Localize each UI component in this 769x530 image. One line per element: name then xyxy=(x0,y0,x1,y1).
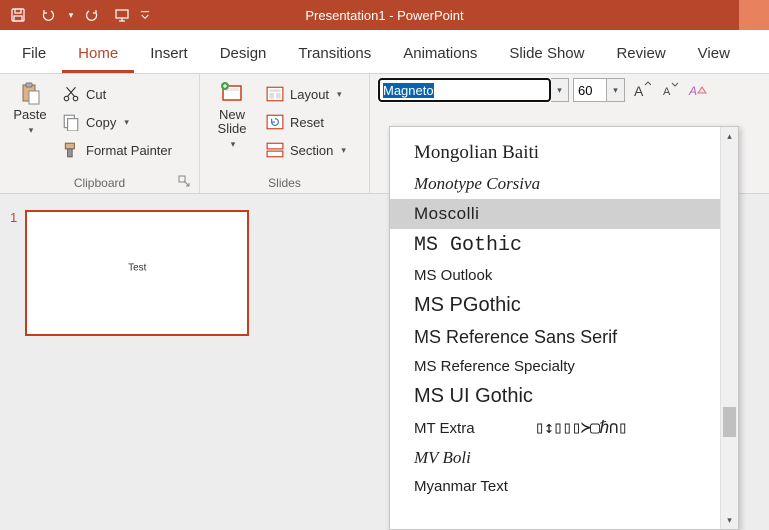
save-button[interactable] xyxy=(4,1,32,29)
copy-label: Copy xyxy=(86,115,116,130)
font-option[interactable]: Myanmar Text xyxy=(390,473,720,500)
group-clipboard: Paste▾ Cut Copy▾ Format Painter Clipboar… xyxy=(0,74,200,193)
format-painter-button[interactable]: Format Painter xyxy=(58,138,176,162)
reset-icon xyxy=(266,113,284,131)
undo-dropdown[interactable]: ▾ xyxy=(64,1,76,29)
qat-customize[interactable] xyxy=(138,1,152,29)
font-option[interactable]: Mongolian Baiti xyxy=(390,137,720,169)
clipboard-group-label: Clipboard xyxy=(74,176,125,190)
paste-label: Paste xyxy=(13,107,46,122)
tab-view[interactable]: View xyxy=(682,35,746,73)
tab-design[interactable]: Design xyxy=(204,35,283,73)
slide-number: 1 xyxy=(10,210,17,514)
undo-button[interactable] xyxy=(34,1,62,29)
reset-label: Reset xyxy=(290,115,324,130)
title-bar: ▾ Presentation1 - PowerPoint xyxy=(0,0,769,30)
svg-text:A: A xyxy=(634,83,644,99)
section-icon xyxy=(266,141,284,159)
ribbon-tabs: File Home Insert Design Transitions Anim… xyxy=(0,30,769,74)
scroll-thumb[interactable] xyxy=(723,407,736,437)
scroll-up-arrow[interactable]: ▴ xyxy=(721,127,738,145)
decrease-font-size-button[interactable]: A xyxy=(657,78,681,102)
section-label: Section xyxy=(290,143,333,158)
copy-button[interactable]: Copy▾ xyxy=(58,110,176,134)
new-slide-label: New Slide xyxy=(218,108,247,137)
account-accent[interactable] xyxy=(739,0,769,30)
font-option[interactable]: MS PGothic xyxy=(390,289,720,322)
group-slides: New Slide ▾ Layout▾ Reset Section▾ Slide… xyxy=(200,74,370,193)
font-option[interactable]: Monotype Corsiva xyxy=(390,169,720,199)
new-slide-button[interactable]: New Slide ▾ xyxy=(206,78,258,150)
font-size-dropdown[interactable]: ▾ xyxy=(607,78,625,102)
svg-text:A: A xyxy=(663,86,671,98)
start-from-beginning-button[interactable] xyxy=(108,1,136,29)
cut-label: Cut xyxy=(86,87,106,102)
font-list: ━━━━━━━━ ━━ ━━ Mongolian BaitiMonotype C… xyxy=(390,127,720,529)
tab-insert[interactable]: Insert xyxy=(134,35,204,73)
font-option[interactable]: MS Gothic xyxy=(390,229,720,262)
font-size-input[interactable] xyxy=(573,78,607,102)
font-dropdown-list: ━━━━━━━━ ━━ ━━ Mongolian BaitiMonotype C… xyxy=(389,126,739,530)
section-button[interactable]: Section▾ xyxy=(262,138,350,162)
font-option[interactable]: MT Extra▯↕▯▯▯≻▢ℏ∩▯ xyxy=(390,413,720,443)
font-option[interactable]: Moscolli xyxy=(390,199,720,229)
tab-home[interactable]: Home xyxy=(62,35,134,73)
font-list-scrollbar[interactable]: ▴ ▾ xyxy=(720,127,738,529)
font-option[interactable]: MV Boli xyxy=(390,443,720,473)
font-name-input[interactable] xyxy=(378,78,551,102)
scissors-icon xyxy=(62,85,80,103)
svg-text:A: A xyxy=(688,84,697,98)
slides-group-label: Slides xyxy=(268,176,301,190)
font-option[interactable]: MS Reference Specialty xyxy=(390,353,720,380)
clear-formatting-button[interactable]: A xyxy=(685,78,709,102)
format-painter-label: Format Painter xyxy=(86,143,172,158)
cut-button[interactable]: Cut xyxy=(58,82,176,106)
tab-animations[interactable]: Animations xyxy=(387,35,493,73)
font-option[interactable]: MS Reference Sans Serif xyxy=(390,322,720,353)
reset-button[interactable]: Reset xyxy=(262,110,350,134)
scroll-down-arrow[interactable]: ▾ xyxy=(721,511,738,529)
slide-thumbnail-pane: 1 Test xyxy=(0,194,290,530)
tab-review[interactable]: Review xyxy=(600,35,681,73)
redo-button[interactable] xyxy=(78,1,106,29)
copy-icon xyxy=(62,113,80,131)
tab-slideshow[interactable]: Slide Show xyxy=(493,35,600,73)
font-option[interactable]: MS Outlook xyxy=(390,262,720,289)
paintbrush-icon xyxy=(62,141,80,159)
layout-icon xyxy=(266,85,284,103)
clipboard-launcher[interactable] xyxy=(177,175,191,189)
paste-button[interactable]: Paste▾ xyxy=(6,78,54,137)
layout-button[interactable]: Layout▾ xyxy=(262,82,350,106)
tab-file[interactable]: File xyxy=(6,35,62,73)
quick-access-toolbar: ▾ xyxy=(0,1,152,29)
slide-thumbnail-1[interactable]: Test xyxy=(25,210,249,336)
increase-font-size-button[interactable]: A xyxy=(629,78,653,102)
tab-transitions[interactable]: Transitions xyxy=(282,35,387,73)
font-option[interactable]: MS UI Gothic xyxy=(390,380,720,413)
slide-thumbnail-text: Test xyxy=(128,263,146,274)
font-name-dropdown[interactable]: ▾ xyxy=(551,78,569,102)
layout-label: Layout xyxy=(290,87,329,102)
